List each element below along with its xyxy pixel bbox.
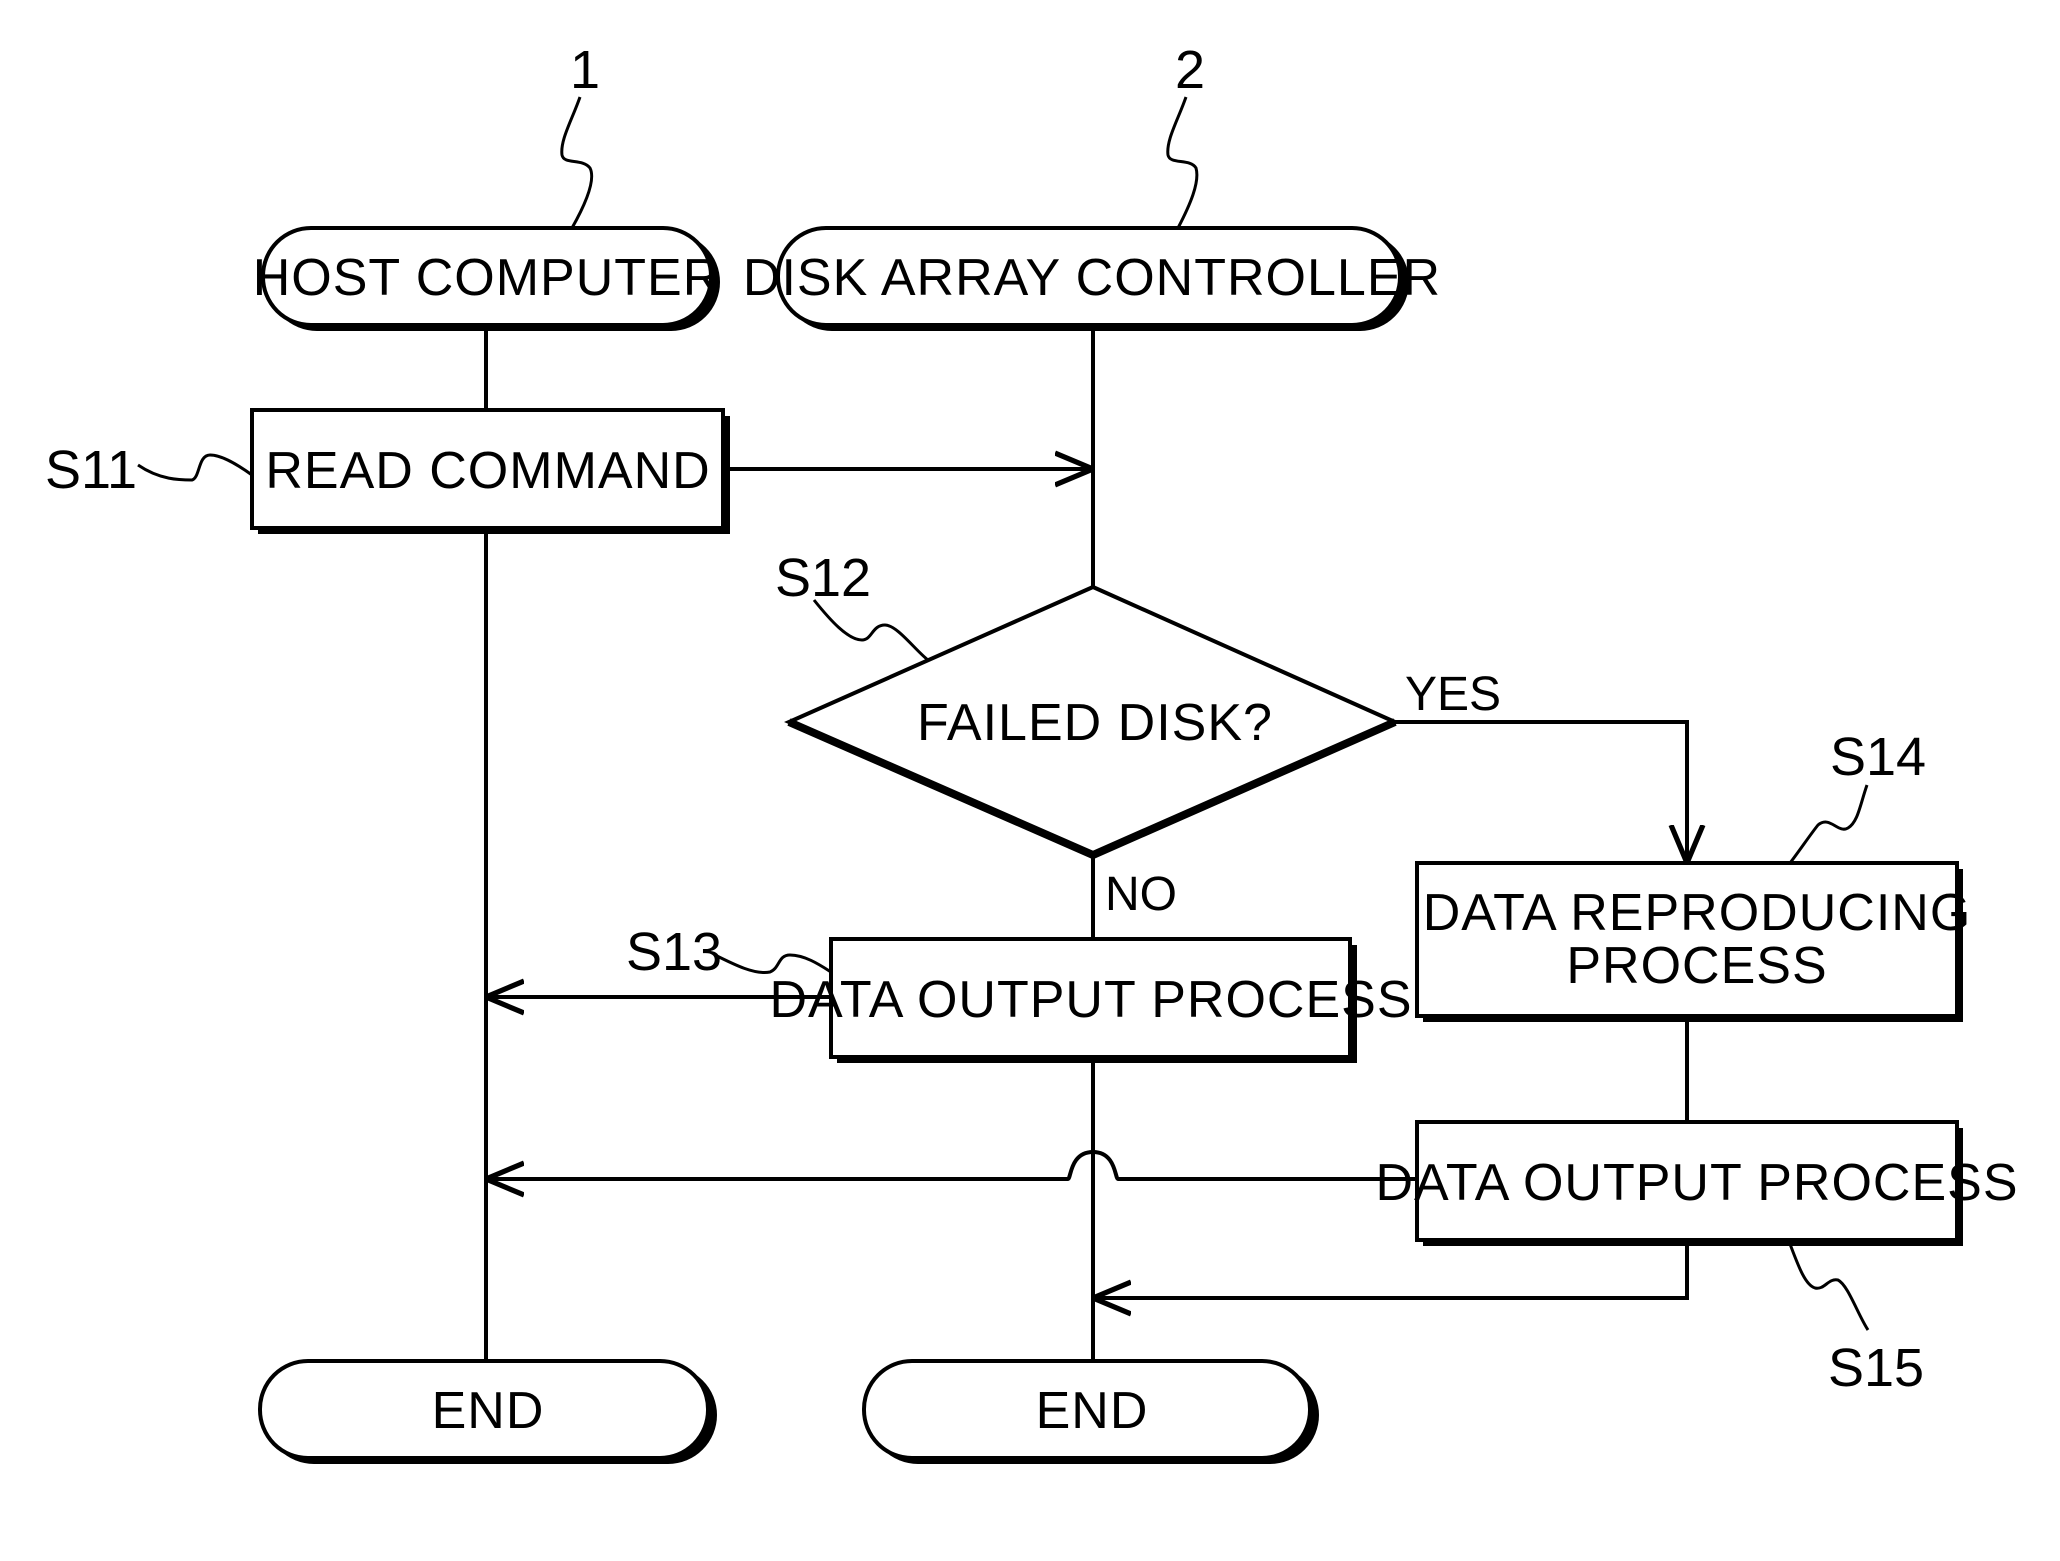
ref-2-group: 2 — [1166, 40, 1205, 229]
step-s13-data-output: DATA OUTPUT PROCESS — [769, 937, 1412, 1063]
controller-end-terminator: END — [862, 1359, 1319, 1464]
arrow-s15-to-controller — [1093, 1240, 1689, 1298]
ref-s13-leader — [714, 953, 832, 975]
ref-s14-leader — [1788, 784, 1869, 864]
ref-s15: S15 — [1828, 1338, 1924, 1398]
arrow-s15-to-host — [486, 1149, 1417, 1179]
arrow-yes-to-s14 — [1395, 720, 1687, 863]
ref-s11: S11 — [45, 440, 137, 500]
step-s14-data-reproducing: DATA REPRODUCING PROCESS — [1415, 861, 1972, 1022]
host-end-label: END — [432, 1382, 545, 1440]
step-s15-data-output: DATA OUTPUT PROCESS — [1375, 1120, 2018, 1246]
disk-array-controller-label: DISK ARRAY CONTROLLER — [743, 249, 1441, 307]
ref-numeral-2: 2 — [1175, 40, 1205, 100]
host-computer-terminator: HOST COMPUTER — [253, 226, 722, 331]
s14-label-line1: DATA REPRODUCING — [1423, 884, 1972, 942]
ref-s12-leader — [812, 599, 929, 662]
disk-array-controller-terminator: DISK ARRAY CONTROLLER — [743, 226, 1441, 331]
no-label: NO — [1105, 868, 1177, 921]
step-s11-read-command: READ COMMAND — [250, 408, 730, 534]
ref-2-leader — [1166, 96, 1199, 229]
s14-label-line2: PROCESS — [1566, 937, 1827, 995]
host-computer-label: HOST COMPUTER — [253, 249, 722, 307]
yes-label: YES — [1405, 668, 1501, 721]
read-command-label: READ COMMAND — [265, 442, 710, 500]
ref-numeral-1: 1 — [570, 40, 600, 100]
ref-s15-leader — [1788, 1243, 1870, 1331]
controller-end-label: END — [1036, 1382, 1149, 1440]
ref-1-group: 1 — [560, 40, 600, 229]
ref-s12: S12 — [775, 548, 871, 608]
s13-label: DATA OUTPUT PROCESS — [769, 971, 1412, 1029]
ref-1-leader — [560, 96, 594, 229]
s15-label: DATA OUTPUT PROCESS — [1375, 1154, 2018, 1212]
ref-s13: S13 — [626, 922, 722, 982]
host-end-terminator: END — [258, 1359, 717, 1464]
ref-s14: S14 — [1830, 727, 1926, 787]
flowchart-canvas: 1 2 HOST COMPUTER DISK ARRAY CONTROLLER … — [45, 40, 2018, 1464]
failed-disk-label: FAILED DISK? — [917, 694, 1273, 752]
ref-s11-leader — [137, 453, 253, 482]
